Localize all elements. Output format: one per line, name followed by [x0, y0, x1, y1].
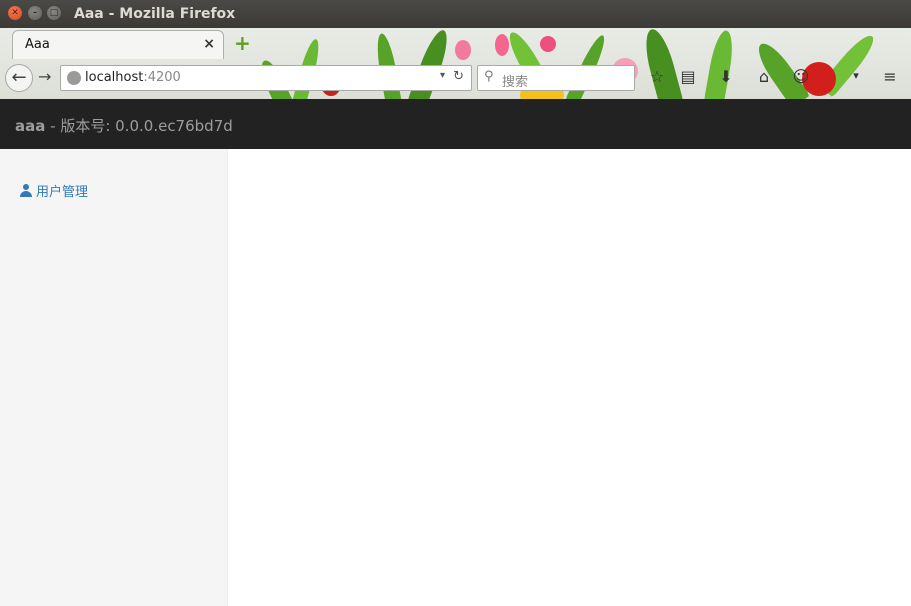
search-placeholder: 搜索 — [502, 75, 529, 90]
new-tab-button[interactable]: + — [234, 33, 252, 53]
download-icon[interactable]: ⬇ — [716, 67, 736, 86]
app-brand[interactable]: aaa - 版本号: 0.0.0.ec76bd7d — [15, 115, 233, 136]
search-input[interactable]: ⚲ 搜索 — [477, 65, 635, 91]
window-maximize-button[interactable]: □ — [47, 6, 61, 20]
url-bar[interactable]: localhost:4200 ▾ ↻ — [60, 65, 472, 91]
window-title-bar: ✕ – □ Aaa - Mozilla Firefox — [0, 0, 911, 28]
sidebar: 用户管理 — [0, 149, 228, 606]
window-title: Aaa - Mozilla Firefox — [74, 6, 236, 22]
search-icon: ⚲ — [484, 69, 494, 84]
app-navbar: aaa - 版本号: 0.0.0.ec76bd7d — [0, 99, 911, 149]
bookmark-star-icon[interactable]: ☆ — [647, 67, 667, 86]
globe-icon — [67, 71, 81, 85]
url-dropdown-icon[interactable]: ▾ — [440, 70, 445, 81]
url-text: localhost:4200 — [85, 70, 181, 85]
navigation-bar: ← → localhost:4200 ▾ ↻ ⚲ 搜索 ☆ ▤ ⬇ ⌂ ☺ ▾ … — [0, 59, 911, 99]
tab-close-icon[interactable]: × — [203, 36, 215, 52]
sidebar-item-label: 用户管理 — [36, 185, 89, 200]
window-close-button[interactable]: ✕ — [8, 6, 22, 20]
forward-button[interactable]: → — [38, 67, 51, 86]
main-content — [228, 149, 911, 606]
tab-aaa[interactable]: Aaa × — [12, 30, 224, 59]
app-name: aaa — [15, 117, 46, 135]
tab-title: Aaa — [25, 37, 50, 52]
menu-icon[interactable]: ≡ — [880, 67, 900, 86]
back-button[interactable]: ← — [5, 64, 33, 92]
pocket-dropdown-icon[interactable]: ▾ — [846, 69, 866, 82]
brand-separator: - — [45, 117, 61, 135]
reload-icon[interactable]: ↻ — [453, 69, 464, 84]
home-icon[interactable]: ⌂ — [754, 67, 774, 86]
sync-icon[interactable]: ☺ — [791, 67, 811, 86]
user-icon — [20, 184, 32, 197]
browser-toolbar: Aaa × + ← → localhost:4200 ▾ ↻ ⚲ 搜索 ☆ ▤ … — [0, 28, 911, 99]
reading-list-icon[interactable]: ▤ — [678, 67, 698, 86]
sidebar-item-user-management[interactable]: 用户管理 — [20, 181, 88, 200]
app-version: 版本号: 0.0.0.ec76bd7d — [60, 117, 233, 135]
window-minimize-button[interactable]: – — [28, 6, 42, 20]
